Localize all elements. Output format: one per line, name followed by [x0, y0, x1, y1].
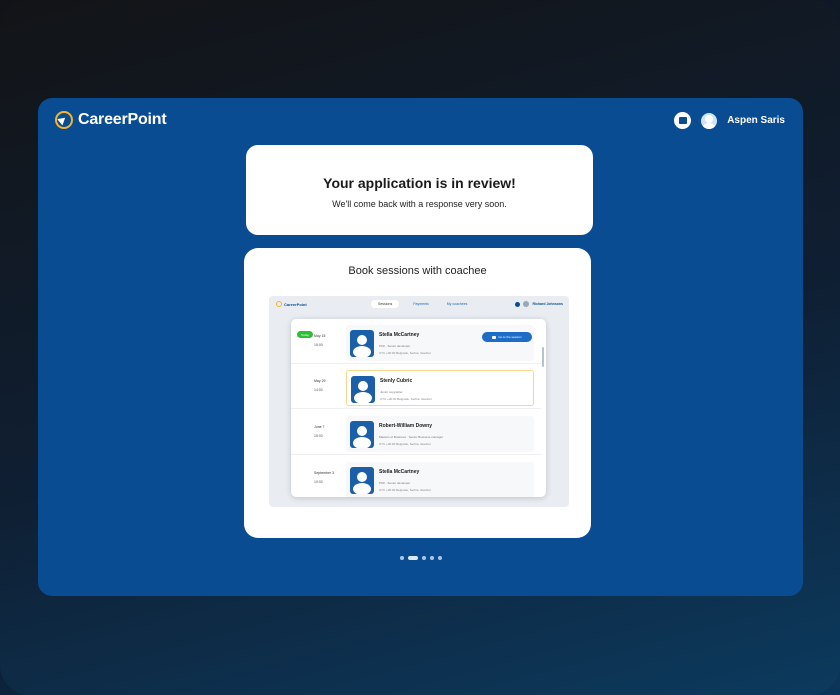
preview-header: CareerPoint Sessions Payments My coachee… — [269, 296, 569, 313]
carousel-dot[interactable] — [438, 556, 442, 560]
list-scrollbar — [542, 347, 544, 367]
session-date-text: May 15 — [314, 334, 326, 338]
coachee-name: Robert-William Downy — [379, 423, 433, 429]
preview-user-name: Richard Johnsons — [532, 302, 563, 306]
today-badge: Today — [297, 331, 313, 338]
coachee-location: UTC +00:00 Belgrade, Serbia, Istanbul — [380, 397, 432, 401]
calendar-icon — [678, 117, 687, 124]
carousel-pagination — [400, 556, 442, 560]
session-card: Robert-William Downy Masters of Business… — [346, 416, 534, 452]
coachee-avatar — [350, 421, 374, 448]
review-title: Your application is in review! — [323, 175, 516, 191]
session-date-text: September 3 — [314, 471, 335, 475]
preview-brand: CareerPoint — [284, 301, 307, 307]
carousel-dot-active[interactable] — [408, 556, 418, 560]
coachee-role: Masters of Business · Senior Business ma… — [379, 435, 444, 439]
coachee-name: Stella McCartney — [379, 332, 420, 338]
coachee-avatar — [350, 330, 374, 357]
go-to-session-label: Go to the session — [498, 335, 522, 339]
coachee-role: Junior copywriter — [380, 390, 403, 394]
review-status-card: Your application is in review! We'll com… — [246, 145, 593, 235]
session-date: May 15 15:00 — [314, 333, 325, 348]
carousel-dot[interactable] — [400, 556, 404, 560]
coachee-location: UTC +00:00 Belgrade, Serbia, Istanbul — [379, 442, 431, 446]
coachee-name: Stella McCartney — [379, 469, 420, 475]
session-card: Stella McCartney PhD · Senior developer … — [346, 325, 534, 361]
session-date-text: May 29 — [314, 379, 326, 383]
session-date: May 29 14:00 — [314, 378, 325, 393]
sessions-preview: CareerPoint Sessions Payments My coachee… — [269, 296, 569, 507]
coachee-avatar — [350, 467, 374, 494]
list-item: May 29 14:00 Stenly Cubric Junior copywr… — [291, 364, 541, 409]
session-card: Stella McCartney PhD · Senior developer … — [346, 462, 534, 497]
coachee-avatar — [351, 376, 375, 403]
device-frame: CareerPoint Aspen Saris Your application… — [0, 0, 840, 695]
list-item: September 3 10:00 Stella McCartney PhD ·… — [291, 456, 541, 497]
session-time: 15:00 — [314, 434, 323, 438]
header-actions: Aspen Saris — [674, 112, 785, 129]
carousel-dot[interactable] — [430, 556, 434, 560]
session-date-text: June 7 — [314, 425, 325, 429]
calendar-icon — [515, 301, 521, 307]
coachee-location: UTC +00:00 Belgrade, Serbia, Istanbul — [379, 351, 431, 355]
session-time: 15:00 — [314, 343, 323, 347]
go-to-session-button: Go to the session — [482, 332, 532, 342]
list-item: June 7 15:00 Robert-William Downy Master… — [291, 410, 541, 455]
session-time: 10:00 — [314, 480, 323, 484]
brand-name: CareerPoint — [78, 111, 167, 128]
session-card: Stenly Cubric Junior copywriter UTC +00:… — [346, 370, 534, 406]
brand-logo[interactable]: CareerPoint — [55, 111, 167, 129]
preview-tab-sessions: Sessions — [371, 300, 400, 308]
user-name[interactable]: Aspen Saris — [727, 115, 785, 126]
video-camera-icon — [492, 335, 497, 339]
session-time: 14:00 — [314, 388, 323, 392]
coachee-name: Stenly Cubric — [380, 378, 413, 384]
preview-user: Richard Johnsons — [515, 301, 563, 307]
coachee-location: UTC +00:00 Belgrade, Serbia, Istanbul — [379, 488, 431, 492]
preview-tab-payments: Payments — [413, 302, 429, 306]
coachee-role: PhD · Senior developer — [379, 344, 411, 348]
calendar-button[interactable] — [674, 112, 692, 129]
list-item: Today May 15 15:00 Stella McCartney PhD … — [291, 319, 541, 364]
preview-tabs: Sessions Payments My coachees — [371, 300, 471, 308]
user-avatar-icon — [523, 301, 530, 307]
preview-tab-coachees: My coachees — [446, 302, 468, 306]
review-subtitle: We'll come back with a response very soo… — [332, 199, 507, 209]
session-date: September 3 10:00 — [314, 470, 334, 485]
app-window: CareerPoint Aspen Saris Your application… — [38, 98, 803, 596]
user-avatar-icon[interactable] — [701, 112, 718, 129]
compass-arrow-icon — [276, 301, 282, 307]
session-date: June 7 15:00 — [314, 424, 325, 439]
sessions-title: Book sessions with coachee — [348, 265, 487, 277]
carousel-dot[interactable] — [422, 556, 426, 560]
session-list: Today May 15 15:00 Stella McCartney PhD … — [291, 319, 546, 497]
coachee-role: PhD · Senior developer — [379, 481, 411, 485]
compass-arrow-icon — [55, 111, 73, 129]
sessions-card: Book sessions with coachee CareerPoint S… — [244, 248, 591, 538]
preview-logo: CareerPoint — [276, 301, 307, 307]
